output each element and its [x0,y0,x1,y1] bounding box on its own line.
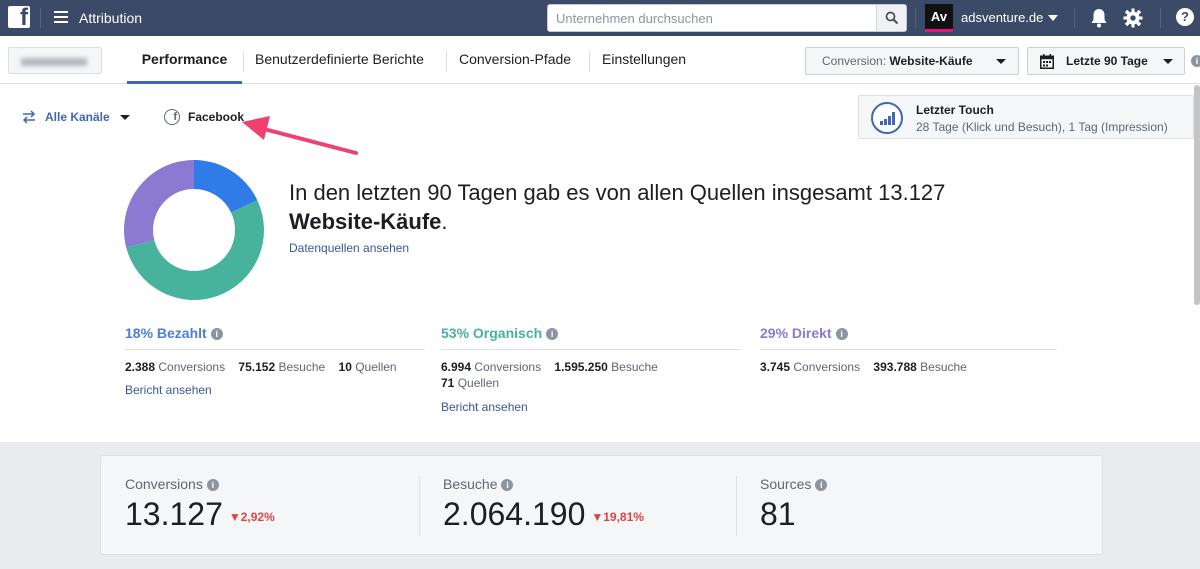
facebook-channel-icon: f [164,109,180,125]
nav-row: Performance Benutzerdefinierte Berichte … [0,36,1200,84]
app-title: Attribution [79,10,143,26]
tab-divider [446,50,447,72]
summary-visits-value: 2.064.190 [443,496,586,532]
summary-visits-delta: ▼19,81% [591,510,644,524]
channel-share-donut [124,160,264,300]
calendar-icon [1040,54,1054,69]
info-icon[interactable]: i [501,479,514,491]
headline-period: . [441,209,448,234]
headline-text: In den letzten 90 Tagen gab es von allen… [289,180,946,205]
attribution-model-icon [871,102,903,134]
paid-stats: 18% Bezahlt i 2.388 Conversions 75.152 Be… [125,325,425,397]
organic-report-link[interactable]: Bericht ansehen [441,400,528,414]
info-icon[interactable]: i [206,479,219,491]
attribution-model-card[interactable]: Letzter Touch 28 Tage (Klick und Besuch)… [858,95,1194,139]
direct-numbers: 3.745 Conversions 393.788 Besuche [760,360,967,374]
facebook-logo-icon[interactable]: f [8,6,30,28]
headline: In den letzten 90 Tagen gab es von allen… [289,178,1009,236]
chevron-down-icon [996,59,1006,64]
divider [1074,8,1075,28]
blurred-account-selector[interactable] [8,47,102,74]
summary-conversions-value: 13.127 [125,496,223,532]
direct-title: 29% Direkt i [760,325,1057,343]
tab-divider [589,50,590,72]
summary-visits-label: Besuche [443,476,498,492]
info-icon[interactable]: i [210,328,223,340]
paid-title: 18% Bezahlt i [125,325,425,343]
account-name[interactable]: adsventure.de [961,10,1043,25]
conversion-dropdown[interactable]: Conversion: Website-Käufe [805,47,1019,75]
donut-segment-direkt [124,160,194,248]
summary-conversions-delta: ▼2,92% [228,510,275,524]
channels-swap-icon [22,110,36,124]
view-data-sources-link[interactable]: Datenquellen ansehen [289,241,409,255]
chevron-down-icon[interactable] [120,115,130,120]
summary-sources-label: Sources [760,476,812,492]
account-caret-icon[interactable] [1048,15,1058,21]
search-icon [885,11,898,25]
notifications-bell-icon[interactable] [1090,8,1108,28]
organic-stats: 53% Organisch i 6.994 Conversions 1.595.2… [441,325,741,414]
tab-divider [243,50,244,72]
divider [441,349,741,350]
direct-stats: 29% Direkt i 3.745 Conversions 393.788 Be… [760,325,1057,374]
divider [40,8,41,28]
menu-icon[interactable] [54,11,68,23]
tab-settings[interactable]: Einstellungen [602,36,686,84]
info-icon[interactable]: i [1191,55,1200,67]
attribution-model-subtitle: 28 Tage (Klick und Besuch), 1 Tag (Impre… [916,120,1168,134]
divider [760,349,1057,350]
summary-conversions-label: Conversions [125,476,203,492]
tab-custom-reports[interactable]: Benutzerdefinierte Berichte [255,36,424,84]
organic-title: 53% Organisch i [441,325,741,343]
paid-numbers: 2.388 Conversions 75.152 Besuche 10 Quel… [125,360,397,374]
info-icon[interactable]: i [546,328,559,340]
conversion-prefix: Conversion: [822,54,887,68]
account-logo[interactable]: Av [925,4,953,32]
paid-report-link[interactable]: Bericht ansehen [125,383,212,397]
donut-segment-bezahlt [194,160,258,213]
settings-gear-icon[interactable] [1123,8,1143,28]
summary-sources: Sources i 81 [760,476,828,533]
divider [1160,8,1161,28]
pointer-arrow-icon [242,116,358,155]
summary-card: Conversions i 13.127 ▼2,92% Besuche i 2.064… [100,455,1103,555]
info-icon[interactable]: i [835,328,848,340]
facebook-channel-link[interactable]: Facebook [188,110,244,124]
conversion-value: Website-Käufe [889,54,973,68]
date-range-label: Letzte 90 Tage [1066,54,1148,68]
chevron-down-icon [1163,59,1173,64]
info-icon[interactable]: i [815,479,828,491]
divider [419,476,420,536]
summary-conversions: Conversions i 13.127 ▼2,92% [125,476,275,533]
divider [736,476,737,536]
attribution-model-title: Letzter Touch [916,103,994,117]
search-button[interactable] [876,5,906,31]
search-input[interactable] [548,5,874,31]
help-icon[interactable]: ? [1176,8,1194,26]
divider [125,349,425,350]
tab-conversion-paths[interactable]: Conversion-Pfade [459,36,571,84]
search-box [547,4,907,32]
organic-numbers: 6.994 Conversions 1.595.250 Besuche 71 Q… [441,360,658,390]
date-range-dropdown[interactable]: Letzte 90 Tage [1027,47,1185,75]
divider [915,8,916,28]
scrollbar[interactable] [1194,85,1200,305]
top-bar: f Attribution Av adsventure.de ? [0,0,1200,36]
summary-sources-value: 81 [760,496,796,532]
tab-performance[interactable]: Performance [127,36,242,84]
all-channels-dropdown[interactable]: Alle Kanäle [45,110,110,124]
summary-visits: Besuche i 2.064.190 ▼19,81% [443,476,644,533]
headline-conversion-name: Website-Käufe [289,209,442,234]
